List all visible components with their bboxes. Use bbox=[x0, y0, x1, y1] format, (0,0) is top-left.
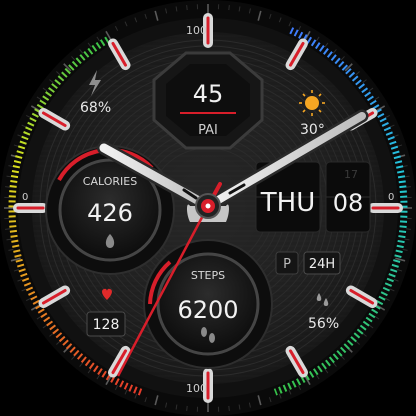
center-pin bbox=[205, 203, 211, 209]
day-value: 08 bbox=[333, 189, 364, 217]
pai-value: 45 bbox=[193, 80, 224, 108]
bezel-label-top: 100 bbox=[186, 24, 207, 37]
watch-face-canvas: 100 100 0 0 68% 30° 45 PAI CALORIES 426 … bbox=[0, 0, 416, 416]
bezel-label-bottom: 100 bbox=[186, 382, 207, 395]
battery-value: 68% bbox=[80, 100, 111, 116]
pm-indicator: P bbox=[283, 257, 291, 272]
pai-label: PAI bbox=[198, 123, 218, 138]
bezel-label-left: 0 bbox=[22, 192, 28, 203]
pai-widget[interactable]: 45 PAI bbox=[152, 51, 264, 150]
heart-rate-value: 128 bbox=[93, 317, 120, 333]
time-format-value: 24H bbox=[309, 257, 335, 272]
steps-value: 6200 bbox=[177, 296, 238, 324]
weekday-value: THU bbox=[260, 188, 315, 218]
calories-label: CALORIES bbox=[83, 175, 137, 188]
time-format-widget[interactable]: P 24H bbox=[275, 251, 341, 275]
steps-label: STEPS bbox=[191, 269, 225, 282]
bezel-label-right: 0 bbox=[388, 192, 394, 203]
calories-value: 426 bbox=[87, 199, 133, 227]
watch-face: 100 100 0 0 68% 30° 45 PAI CALORIES 426 … bbox=[0, 0, 416, 416]
humidity-value: 56% bbox=[308, 316, 339, 332]
calories-widget[interactable]: CALORIES 426 bbox=[45, 145, 175, 275]
steps-widget[interactable]: STEPS 6200 bbox=[143, 239, 273, 369]
day-prev: 17 bbox=[344, 168, 358, 181]
